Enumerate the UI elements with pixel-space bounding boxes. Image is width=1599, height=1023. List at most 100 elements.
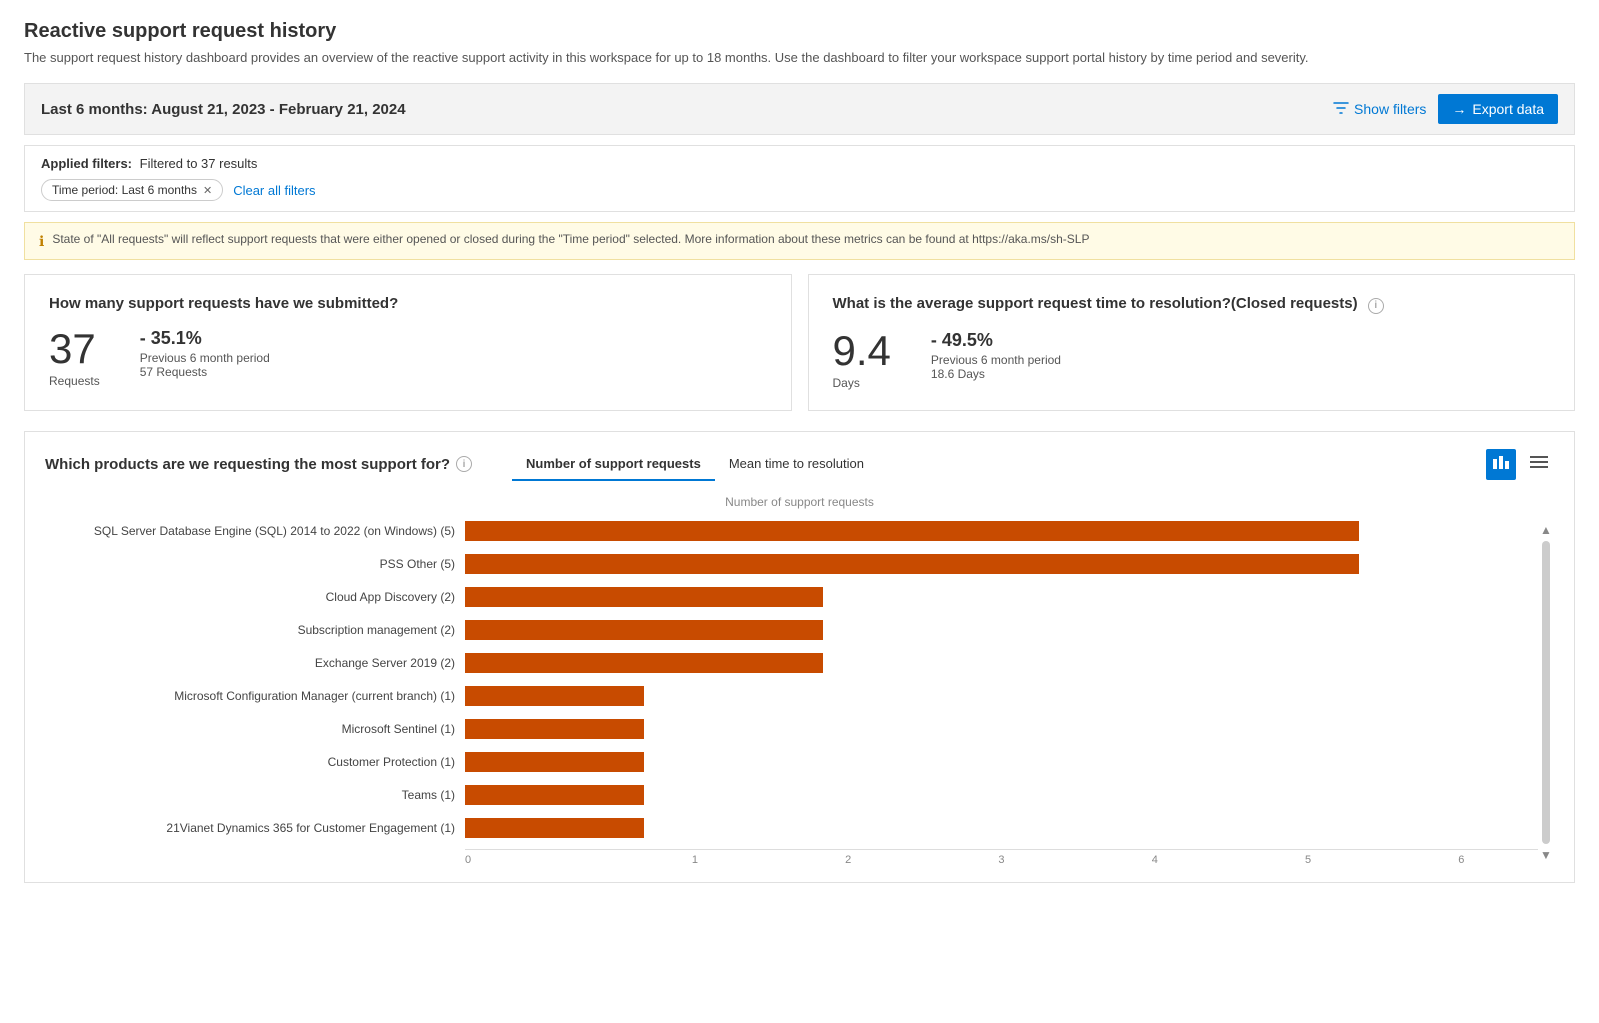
x-tick: 3 [925, 854, 1078, 866]
kpi-requests-main: 37 Requests [49, 328, 100, 388]
page-description: The support request history dashboard pr… [24, 49, 1575, 67]
chart-area: SQL Server Database Engine (SQL) 2014 to… [45, 519, 1554, 866]
bar-label: Subscription management (2) [55, 623, 465, 637]
kpi-card-requests: How many support requests have we submit… [24, 274, 792, 411]
bar-track [465, 554, 1538, 574]
bar-row: Customer Protection (1) [55, 750, 1538, 774]
chart-header-icons [1486, 449, 1554, 480]
bar-fill [465, 752, 644, 772]
x-tick: 5 [1231, 854, 1384, 866]
filter-tag-remove[interactable]: ✕ [203, 184, 212, 197]
bar-track [465, 719, 1538, 739]
bar-fill [465, 587, 823, 607]
bar-fill [465, 554, 1359, 574]
chart-title-label: Number of support requests [45, 495, 1554, 509]
page-title: Reactive support request history [24, 20, 1575, 43]
kpi-requests-pct: - 35.1% [140, 328, 270, 349]
export-icon: → [1452, 101, 1466, 117]
menu-icon-button[interactable] [1524, 449, 1554, 480]
bar-fill [465, 521, 1359, 541]
kpi-row: How many support requests have we submit… [24, 274, 1575, 411]
filter-tag-time-period: Time period: Last 6 months ✕ [41, 179, 223, 201]
chart-section: Which products are we requesting the mos… [24, 431, 1575, 883]
kpi-card-resolution-title: What is the average support request time… [833, 295, 1551, 314]
bar-label: Exchange Server 2019 (2) [55, 656, 465, 670]
date-range-title: Last 6 months: August 21, 2023 - Februar… [41, 101, 1333, 118]
tab-mean-time[interactable]: Mean time to resolution [715, 448, 878, 481]
bar-fill [465, 785, 644, 805]
export-button[interactable]: → Export data [1438, 94, 1558, 124]
kpi-requests-compare: - 35.1% Previous 6 month period 57 Reque… [140, 328, 270, 379]
kpi-card-requests-inner: 37 Requests - 35.1% Previous 6 month per… [49, 328, 767, 388]
bar-track [465, 752, 1538, 772]
bar-fill [465, 719, 644, 739]
bar-track [465, 653, 1538, 673]
bar-track [465, 785, 1538, 805]
x-tick: 1 [618, 854, 771, 866]
scrollbar[interactable]: ▲ ▼ [1538, 519, 1554, 866]
x-tick: 4 [1078, 854, 1231, 866]
bar-track [465, 818, 1538, 838]
bar-fill [465, 653, 823, 673]
filter-bar: Applied filters: Filtered to 37 results … [24, 145, 1575, 212]
x-tick: 0 [465, 854, 618, 866]
bar-row: 21Vianet Dynamics 365 for Customer Engag… [55, 816, 1538, 840]
bar-fill [465, 686, 644, 706]
kpi-requests-sub: 57 Requests [140, 365, 270, 379]
bar-row: PSS Other (5) [55, 552, 1538, 576]
kpi-requests-label: Requests [49, 374, 100, 388]
x-tick: 2 [772, 854, 925, 866]
bar-fill [465, 818, 644, 838]
bar-label: Cloud App Discovery (2) [55, 590, 465, 604]
bar-label: PSS Other (5) [55, 557, 465, 571]
bar-label: Microsoft Sentinel (1) [55, 722, 465, 736]
filter-tags-row: Time period: Last 6 months ✕ Clear all f… [41, 179, 1558, 201]
kpi-resolution-compare: - 49.5% Previous 6 month period 18.6 Day… [931, 330, 1061, 381]
bar-label: 21Vianet Dynamics 365 for Customer Engag… [55, 821, 465, 835]
page-container: Reactive support request history The sup… [0, 0, 1599, 1023]
clear-all-filters-button[interactable]: Clear all filters [233, 183, 315, 198]
bar-row: Microsoft Configuration Manager (current… [55, 684, 1538, 708]
bar-track [465, 686, 1538, 706]
bar-track [465, 587, 1538, 607]
bar-row: Teams (1) [55, 783, 1538, 807]
scroll-thumb[interactable] [1542, 541, 1550, 844]
bar-row: Cloud App Discovery (2) [55, 585, 1538, 609]
scroll-up-arrow[interactable]: ▲ [1540, 523, 1552, 537]
bar-fill [465, 620, 823, 640]
bar-track [465, 620, 1538, 640]
header-bar: Last 6 months: August 21, 2023 - Februar… [24, 83, 1575, 135]
bar-track [465, 521, 1538, 541]
kpi-resolution-label: Days [833, 376, 891, 390]
tab-number-of-requests[interactable]: Number of support requests [512, 448, 715, 481]
x-tick: 6 [1385, 854, 1538, 866]
bar-chart: SQL Server Database Engine (SQL) 2014 to… [45, 519, 1538, 866]
bar-chart-icon-button[interactable] [1486, 449, 1516, 480]
info-banner: ℹ State of "All requests" will reflect s… [24, 222, 1575, 260]
chart-section-title: Which products are we requesting the mos… [45, 456, 472, 473]
applied-filters-label: Applied filters: Filtered to 37 results [41, 156, 1558, 171]
kpi-requests-value: 37 [49, 328, 100, 370]
kpi-resolution-value: 9.4 [833, 330, 891, 372]
scroll-down-arrow[interactable]: ▼ [1540, 848, 1552, 862]
kpi-card-resolution: What is the average support request time… [808, 274, 1576, 411]
show-filters-button[interactable]: Show filters [1333, 100, 1426, 119]
kpi-card-resolution-inner: 9.4 Days - 49.5% Previous 6 month period… [833, 330, 1551, 390]
kpi-resolution-main: 9.4 Days [833, 330, 891, 390]
kpi-resolution-sub: 18.6 Days [931, 367, 1061, 381]
chart-header: Which products are we requesting the mos… [45, 448, 1554, 481]
bar-row: SQL Server Database Engine (SQL) 2014 to… [55, 519, 1538, 543]
chart-x-axis: 0123456 [465, 849, 1538, 866]
bar-label: Microsoft Configuration Manager (current… [55, 689, 465, 703]
resolution-info-icon[interactable]: i [1368, 298, 1384, 314]
bar-row: Exchange Server 2019 (2) [55, 651, 1538, 675]
info-banner-text: State of "All requests" will reflect sup… [52, 232, 1089, 246]
header-actions: Show filters → Export data [1333, 94, 1558, 124]
chart-info-icon[interactable]: i [456, 456, 472, 472]
kpi-requests-period: Previous 6 month period [140, 351, 270, 365]
bar-row: Microsoft Sentinel (1) [55, 717, 1538, 741]
kpi-resolution-period: Previous 6 month period [931, 353, 1061, 367]
bar-label: SQL Server Database Engine (SQL) 2014 to… [55, 524, 465, 538]
filter-tag-label: Time period: Last 6 months [52, 183, 197, 197]
kpi-resolution-pct: - 49.5% [931, 330, 1061, 351]
